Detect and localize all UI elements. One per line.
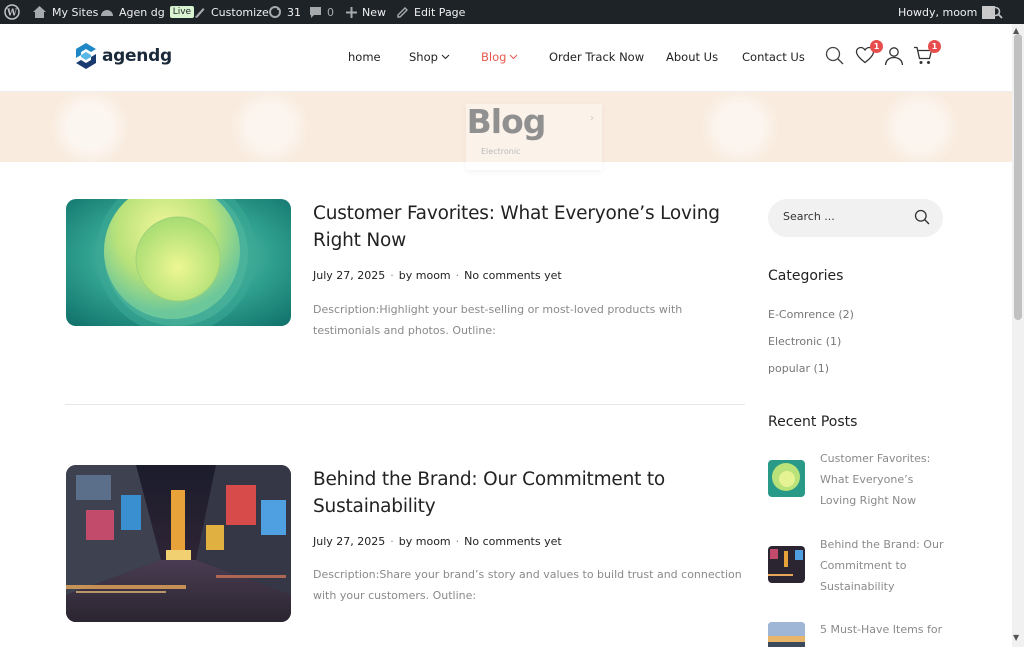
post-excerpt: Description:Highlight your best-selling … (313, 303, 683, 337)
comments-link[interactable]: 0 (309, 0, 334, 24)
svg-text:W: W (6, 9, 18, 19)
scroll-down-arrow-icon[interactable]: ▼ (1013, 633, 1019, 642)
chevron-right-icon: › (590, 113, 594, 124)
my-sites-label: My Sites (52, 5, 99, 19)
nav-blog-label: Blog (481, 50, 507, 64)
edit-page-label: Edit Page (414, 5, 466, 19)
nav-about-label: About Us (666, 50, 719, 64)
search-input[interactable] (783, 210, 903, 223)
nav-contact-label: Contact Us (742, 50, 805, 64)
site-header: agendg home Shop Blog Order Track Now Ab… (0, 24, 1012, 92)
post-date[interactable]: July 27, 2025 (313, 535, 385, 548)
recent-post-link[interactable]: Customer Favorites: What Everyone’s Lovi… (820, 448, 948, 511)
post-meta: July 27, 2025 · by moom · No comments yet (313, 535, 562, 548)
post-thumbnail[interactable] (66, 199, 291, 326)
post-comments-link[interactable]: No comments yet (464, 269, 562, 282)
chevron-down-icon (441, 54, 450, 60)
nav-contact[interactable]: Contact Us (742, 50, 805, 64)
category-link[interactable]: Electronic (1) (768, 335, 841, 348)
account-menu[interactable]: Howdy, moom (898, 0, 996, 24)
nav-order-track[interactable]: Order Track Now (549, 50, 644, 64)
nav-home[interactable]: home (348, 50, 381, 64)
updates-count: 31 (287, 5, 301, 19)
recent-post-link[interactable]: 5 Must-Have Items for (820, 619, 948, 640)
comment-icon (310, 6, 321, 18)
category-link[interactable]: E-Comrence (2) (768, 308, 854, 321)
site-name-label: Agen dg (119, 5, 165, 19)
search-icon (914, 209, 930, 225)
recent-post-link[interactable]: Behind the Brand: Our Commitment to Sust… (820, 534, 948, 597)
nav-shop-label: Shop (409, 50, 438, 64)
wishlist-count-badge: 1 (870, 40, 883, 53)
comments-count: 0 (327, 5, 334, 19)
scrollbar-thumb[interactable] (1014, 34, 1022, 320)
customize-link[interactable]: Customize (193, 0, 269, 24)
meta-separator: · (455, 535, 460, 548)
sidebar-search (768, 199, 943, 237)
search-submit-button[interactable] (914, 209, 930, 229)
account-icon[interactable] (884, 46, 904, 70)
nav-about[interactable]: About Us (666, 50, 718, 64)
admin-bar: W My Sites Agen dg Live Customize 31 0 N… (0, 0, 1024, 24)
home-icon (33, 6, 46, 18)
post-author[interactable]: by moom (399, 269, 451, 282)
post-title[interactable]: Customer Favorites: What Everyone’s Lovi… (313, 200, 743, 254)
cart-count-badge: 1 (928, 40, 941, 53)
logo-mark-icon (76, 43, 96, 69)
ghost-dropdown-panel (466, 104, 602, 170)
pencil-icon (397, 6, 408, 18)
updates-link[interactable]: 31 (268, 0, 301, 24)
recent-post-thumbnail[interactable] (768, 546, 805, 583)
brush-icon (195, 7, 205, 18)
post-excerpt: Description:Share your brand’s story and… (313, 568, 742, 602)
adminbar-search-icon[interactable] (990, 0, 1003, 24)
post-thumbnail[interactable] (66, 465, 291, 622)
customize-label: Customize (211, 5, 269, 19)
post-date[interactable]: July 27, 2025 (313, 269, 385, 282)
new-content-link[interactable]: New (346, 0, 386, 24)
search-icon[interactable] (825, 46, 844, 69)
post-meta: July 27, 2025 · by moom · No comments yet (313, 269, 562, 282)
meta-separator: · (390, 269, 394, 282)
chevron-down-icon (510, 54, 518, 60)
updates-icon (269, 6, 281, 18)
new-label: New (362, 5, 386, 19)
live-badge: Live (169, 6, 195, 18)
plus-icon (346, 6, 357, 18)
ghost-dropdown-item: Electronic (481, 147, 521, 156)
post-title[interactable]: Behind the Brand: Our Commitment to Sust… (313, 466, 743, 520)
site-name-link[interactable]: Agen dg Live (100, 0, 195, 24)
cart-button[interactable]: 1 (913, 40, 941, 69)
recent-posts-heading: Recent Posts (768, 414, 858, 430)
recent-post-thumbnail[interactable] (768, 622, 805, 647)
edit-page-link[interactable]: Edit Page (396, 0, 465, 24)
dashboard-icon (101, 10, 113, 16)
nav-blog[interactable]: Blog (481, 50, 518, 64)
wordpress-logo-icon[interactable]: W (4, 0, 20, 24)
post-comments-link[interactable]: No comments yet (464, 535, 562, 548)
greeting-label: Howdy, moom (898, 5, 978, 19)
recent-post-thumbnail[interactable] (768, 460, 805, 497)
site-logo[interactable]: agendg (74, 42, 172, 70)
post-author[interactable]: by moom (399, 535, 451, 548)
wishlist-button[interactable]: 1 (855, 40, 883, 68)
logo-text: agendg (102, 46, 172, 66)
categories-heading: Categories (768, 268, 844, 284)
nav-shop[interactable]: Shop (409, 50, 450, 64)
post-divider (65, 404, 745, 405)
nav-home-label: home (348, 50, 381, 64)
nav-order-track-label: Order Track Now (549, 50, 645, 64)
my-sites-link[interactable]: My Sites (32, 0, 98, 24)
meta-separator: · (455, 269, 460, 282)
meta-separator: · (390, 535, 394, 548)
category-link[interactable]: popular (1) (768, 362, 829, 375)
